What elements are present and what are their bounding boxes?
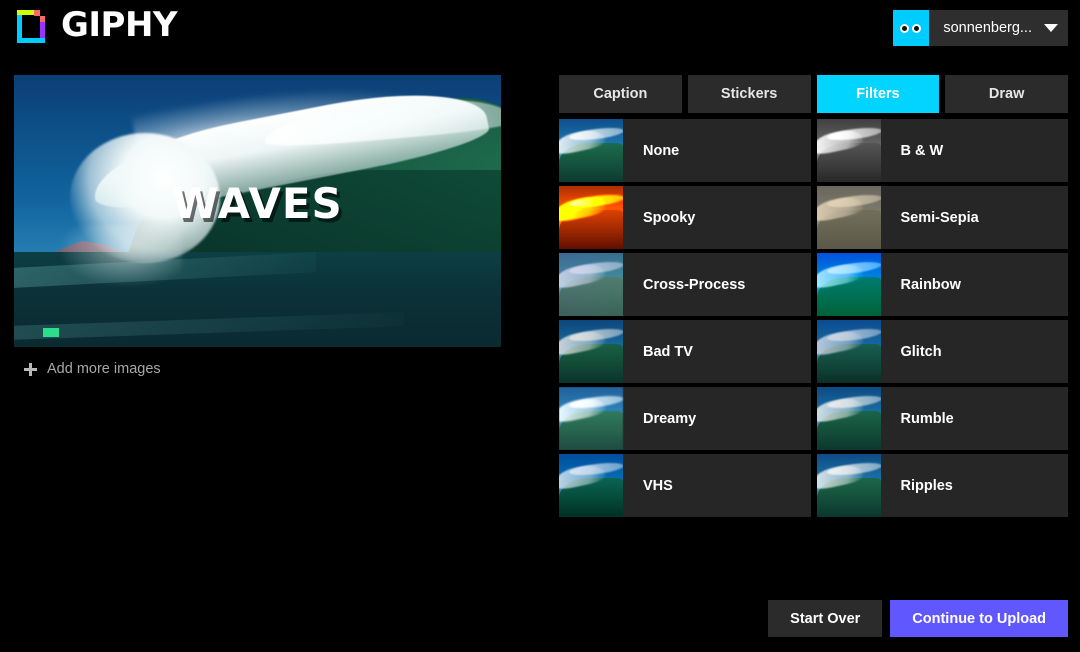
account-username: sonnenberg... <box>943 20 1032 36</box>
filter-thumbnail-tint <box>816 454 881 517</box>
filter-thumbnail-tint <box>816 186 881 249</box>
filter-thumbnail <box>559 387 623 450</box>
continue-to-upload-button[interactable]: Continue to Upload <box>890 600 1068 637</box>
filter-thumbnail <box>816 119 881 182</box>
filter-thumbnail-tint <box>816 387 881 450</box>
filter-row[interactable]: Rumble <box>816 387 1068 450</box>
filter-thumbnail-tint <box>559 186 623 249</box>
avatar <box>893 10 930 46</box>
giphy-wordmark: GIPHY <box>61 5 178 45</box>
giphy-logo[interactable]: GIPHY <box>14 5 178 45</box>
app-header: GIPHY sonnenberg... <box>0 0 1080 56</box>
filter-row[interactable]: Glitch <box>816 320 1068 383</box>
giphy-logo-icon <box>14 5 50 45</box>
filter-label: VHS <box>643 477 673 494</box>
filter-label: None <box>643 142 680 159</box>
tab-caption[interactable]: Caption <box>559 75 682 113</box>
filter-thumbnail-tint <box>559 119 623 182</box>
preview-foam-tail <box>62 225 182 285</box>
avatar-eye-left <box>900 24 910 33</box>
filter-thumbnail <box>559 119 623 182</box>
filter-label: B & W <box>900 142 944 159</box>
preview-caption[interactable]: WAVES <box>14 179 501 228</box>
add-more-images-button[interactable]: Add more images <box>24 361 161 377</box>
filter-thumbnail <box>816 253 881 316</box>
chevron-down-icon[interactable] <box>1042 10 1068 46</box>
filter-label: Rumble <box>900 410 954 427</box>
filter-row[interactable]: Dreamy <box>559 387 811 450</box>
editor-tabs: Caption Stickers Filters Draw <box>559 75 1068 113</box>
start-over-button[interactable]: Start Over <box>768 600 883 637</box>
filter-label: Semi-Sepia <box>900 209 979 226</box>
filter-thumbnail <box>816 454 881 517</box>
editor-panel: Caption Stickers Filters Draw None B & W S… <box>559 75 1068 517</box>
filter-thumbnail-tint <box>817 119 881 182</box>
tab-filters[interactable]: Filters <box>816 75 940 113</box>
filter-label: Dreamy <box>643 410 697 427</box>
filter-row[interactable]: Rainbow <box>816 253 1068 316</box>
filter-thumbnail-tint <box>559 320 623 383</box>
filter-label: Glitch <box>900 343 942 360</box>
filter-thumbnail <box>559 253 623 316</box>
filter-thumbnail-tint <box>559 387 623 450</box>
filter-thumbnail-tint <box>559 454 623 517</box>
filter-label: Cross-Process <box>643 276 746 293</box>
filter-row[interactable]: Ripples <box>816 454 1068 517</box>
filter-thumbnail <box>816 186 881 249</box>
tab-draw[interactable]: Draw <box>945 75 1068 113</box>
filter-thumbnail <box>559 454 623 517</box>
avatar-eye-right <box>912 24 922 33</box>
filter-row[interactable]: None <box>559 119 811 182</box>
filter-thumbnail-tint <box>816 320 881 383</box>
preview-timeline-marker[interactable] <box>43 328 59 337</box>
filter-thumbnail <box>559 320 623 383</box>
filter-thumbnail <box>559 186 623 249</box>
filter-row[interactable]: B & W <box>816 119 1068 182</box>
filter-thumbnail-tint <box>559 253 623 316</box>
filter-thumbnail <box>816 320 881 383</box>
tab-stickers[interactable]: Stickers <box>687 75 811 113</box>
plus-icon <box>24 362 37 376</box>
filter-thumbnail <box>816 387 881 450</box>
filter-row[interactable]: Cross-Process <box>559 253 811 316</box>
filter-label: Bad TV <box>643 343 693 360</box>
filter-label: Ripples <box>900 477 953 494</box>
filter-row[interactable]: Spooky <box>559 186 811 249</box>
filter-row[interactable]: Bad TV <box>559 320 811 383</box>
footer-actions: Start Over Continue to Upload <box>768 600 1068 637</box>
gif-preview[interactable]: WAVES <box>14 75 501 347</box>
filter-list: None B & W Spooky Semi-Sepia Cross-Process Ra… <box>559 119 1068 517</box>
filter-row[interactable]: Semi-Sepia <box>816 186 1068 249</box>
filter-label: Spooky <box>643 209 696 226</box>
filter-thumbnail-tint <box>816 253 881 316</box>
account-menu[interactable]: sonnenberg... <box>893 10 1068 46</box>
filter-label: Rainbow <box>900 276 961 293</box>
add-more-images-label: Add more images <box>47 361 161 377</box>
filter-row[interactable]: VHS <box>559 454 811 517</box>
